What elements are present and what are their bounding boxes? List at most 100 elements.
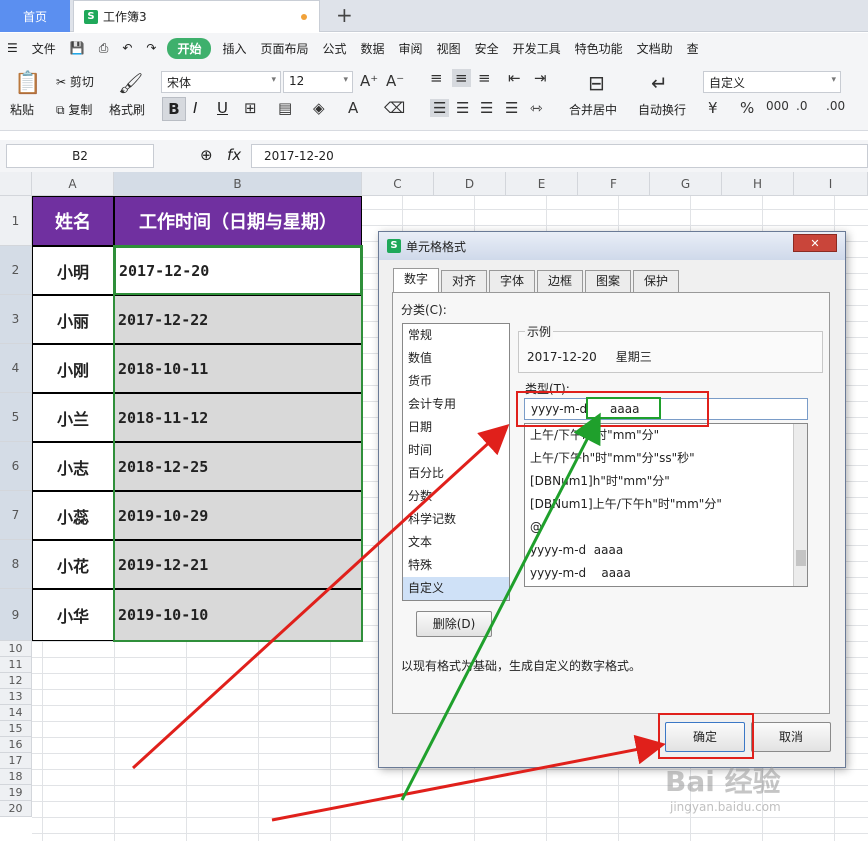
tab-border[interactable]: 边框 <box>537 270 583 292</box>
format-item[interactable]: yyyy-m-d aaaa <box>525 562 807 585</box>
print-icon[interactable]: ⎙ <box>92 41 116 56</box>
format-item[interactable]: [DBNum1]h"时"mm"分" <box>525 470 807 493</box>
row-header[interactable]: 7 <box>0 491 32 540</box>
align-center-icon[interactable]: ☰ <box>456 99 469 117</box>
menu-data[interactable]: 数据 <box>354 40 392 57</box>
category-item[interactable]: 时间 <box>403 439 509 462</box>
category-item-selected[interactable]: 自定义 <box>403 577 509 600</box>
formula-input[interactable]: 2017-12-20 <box>251 144 868 168</box>
format-painter-label[interactable]: 格式刷 <box>109 101 145 118</box>
row-header[interactable]: 15 <box>0 721 32 737</box>
row-header[interactable]: 6 <box>0 442 32 491</box>
tab-pattern[interactable]: 图案 <box>585 270 631 292</box>
row-header[interactable]: 20 <box>0 801 32 817</box>
date-cell[interactable]: 2018-11-12 <box>114 393 362 442</box>
category-item[interactable]: 常规 <box>403 324 509 347</box>
col-header-a[interactable]: A <box>32 172 114 196</box>
category-item[interactable]: 会计专用 <box>403 393 509 416</box>
menu-view[interactable]: 视图 <box>430 40 468 57</box>
date-cell[interactable]: 2018-10-11 <box>114 344 362 393</box>
cancel-button[interactable]: 取消 <box>751 722 831 752</box>
align-bottom-icon[interactable]: ≡ <box>478 69 491 87</box>
row-header[interactable]: 12 <box>0 673 32 689</box>
menu-search[interactable]: 查 <box>680 40 706 57</box>
row-header[interactable]: 1 <box>0 196 32 246</box>
border-icon[interactable]: ⊞ <box>244 99 257 117</box>
tab-workbook[interactable]: S 工作簿3 <box>73 0 320 32</box>
col-header-d[interactable]: D <box>434 172 506 196</box>
select-all-corner[interactable] <box>0 172 32 196</box>
row-header[interactable]: 17 <box>0 753 32 769</box>
tab-home[interactable]: 首页 <box>0 0 70 32</box>
category-item[interactable]: 特殊 <box>403 554 509 577</box>
menu-page-layout[interactable]: 页面布局 <box>254 40 316 57</box>
date-cell[interactable]: 2017-12-22 <box>114 295 362 344</box>
format-item[interactable]: 上午/下午h"时"mm"分" <box>525 424 807 447</box>
name-cell[interactable]: 小志 <box>32 442 114 491</box>
delete-button[interactable]: 删除(D) <box>416 611 492 637</box>
row-header[interactable]: 14 <box>0 705 32 721</box>
name-cell[interactable]: 小明 <box>32 246 114 295</box>
format-painter-icon[interactable]: 🖌 <box>118 71 143 95</box>
format-list[interactable]: 上午/下午h"时"mm"分" 上午/下午h"时"mm"分"ss"秒" [DBNu… <box>524 423 808 587</box>
font-color-icon[interactable]: A <box>348 99 358 117</box>
name-cell[interactable]: 小刚 <box>32 344 114 393</box>
row-header[interactable]: 9 <box>0 589 32 641</box>
dialog-titlebar[interactable]: S 单元格格式 <box>379 232 845 260</box>
cut-button[interactable]: ✂ 剪切 <box>56 73 94 90</box>
tab-number[interactable]: 数字 <box>393 268 439 292</box>
row-header[interactable]: 18 <box>0 769 32 785</box>
name-cell[interactable]: 小兰 <box>32 393 114 442</box>
menu-security[interactable]: 安全 <box>468 40 506 57</box>
align-middle-icon[interactable]: ≡ <box>452 69 471 87</box>
paste-icon[interactable]: 📋 <box>14 71 41 96</box>
category-item[interactable]: 数值 <box>403 347 509 370</box>
date-cell[interactable]: 2019-10-29 <box>114 491 362 540</box>
row-header[interactable]: 16 <box>0 737 32 753</box>
new-tab-icon[interactable]: + <box>336 3 353 27</box>
underline-button[interactable]: U <box>217 99 228 117</box>
category-item[interactable]: 科学记数 <box>403 508 509 531</box>
tab-alignment[interactable]: 对齐 <box>441 270 487 292</box>
italic-button[interactable]: I <box>193 99 197 117</box>
menu-formula[interactable]: 公式 <box>316 40 354 57</box>
category-item[interactable]: 货币 <box>403 370 509 393</box>
name-cell[interactable]: 小华 <box>32 589 114 641</box>
col-header-e[interactable]: E <box>506 172 578 196</box>
name-box[interactable]: B2 <box>6 144 154 168</box>
date-cell[interactable]: 2019-10-10 <box>114 589 362 641</box>
category-item[interactable]: 分数 <box>403 485 509 508</box>
bold-button[interactable]: B <box>162 97 186 121</box>
category-item[interactable]: 百分比 <box>403 462 509 485</box>
clear-icon[interactable]: ⌫ <box>384 99 405 117</box>
menu-features[interactable]: 特色功能 <box>568 40 630 57</box>
paste-label[interactable]: 粘贴 <box>10 101 34 118</box>
redo-icon[interactable]: ↷ <box>139 41 163 55</box>
date-cell-active[interactable]: 2017-12-20 <box>114 246 362 295</box>
tab-protection[interactable]: 保护 <box>633 270 679 292</box>
format-item[interactable]: @ <box>525 516 807 539</box>
format-list-scrollbar[interactable] <box>793 424 807 586</box>
row-header[interactable]: 3 <box>0 295 32 344</box>
percent-icon[interactable]: % <box>740 99 754 117</box>
menu-insert[interactable]: 插入 <box>215 40 253 57</box>
indent-increase-icon[interactable]: ⇥ <box>534 69 547 87</box>
col-header-g[interactable]: G <box>650 172 722 196</box>
row-header[interactable]: 10 <box>0 641 32 657</box>
fill-color-icon[interactable]: ◈ <box>313 99 325 117</box>
zoom-icon[interactable]: ⊕ <box>200 146 213 164</box>
increase-decimal-icon[interactable]: .0 <box>796 99 807 113</box>
col-header-h[interactable]: H <box>722 172 794 196</box>
font-select[interactable]: 宋体 <box>161 71 281 93</box>
thousands-icon[interactable]: 000 <box>766 99 789 113</box>
tab-font[interactable]: 字体 <box>489 270 535 292</box>
category-item[interactable]: 日期 <box>403 416 509 439</box>
scrollbar-thumb[interactable] <box>796 550 806 566</box>
date-cell[interactable]: 2019-12-21 <box>114 540 362 589</box>
currency-icon[interactable]: ¥ <box>708 99 718 117</box>
indent-decrease-icon[interactable]: ⇤ <box>508 69 521 87</box>
merge-center-icon[interactable]: ⊟ <box>588 71 605 95</box>
format-item[interactable]: yyyy-m-d aaaa <box>525 539 807 562</box>
format-item[interactable]: 上午/下午h"时"mm"分"ss"秒" <box>525 447 807 470</box>
cell-style-icon[interactable]: ▤ <box>278 99 292 117</box>
